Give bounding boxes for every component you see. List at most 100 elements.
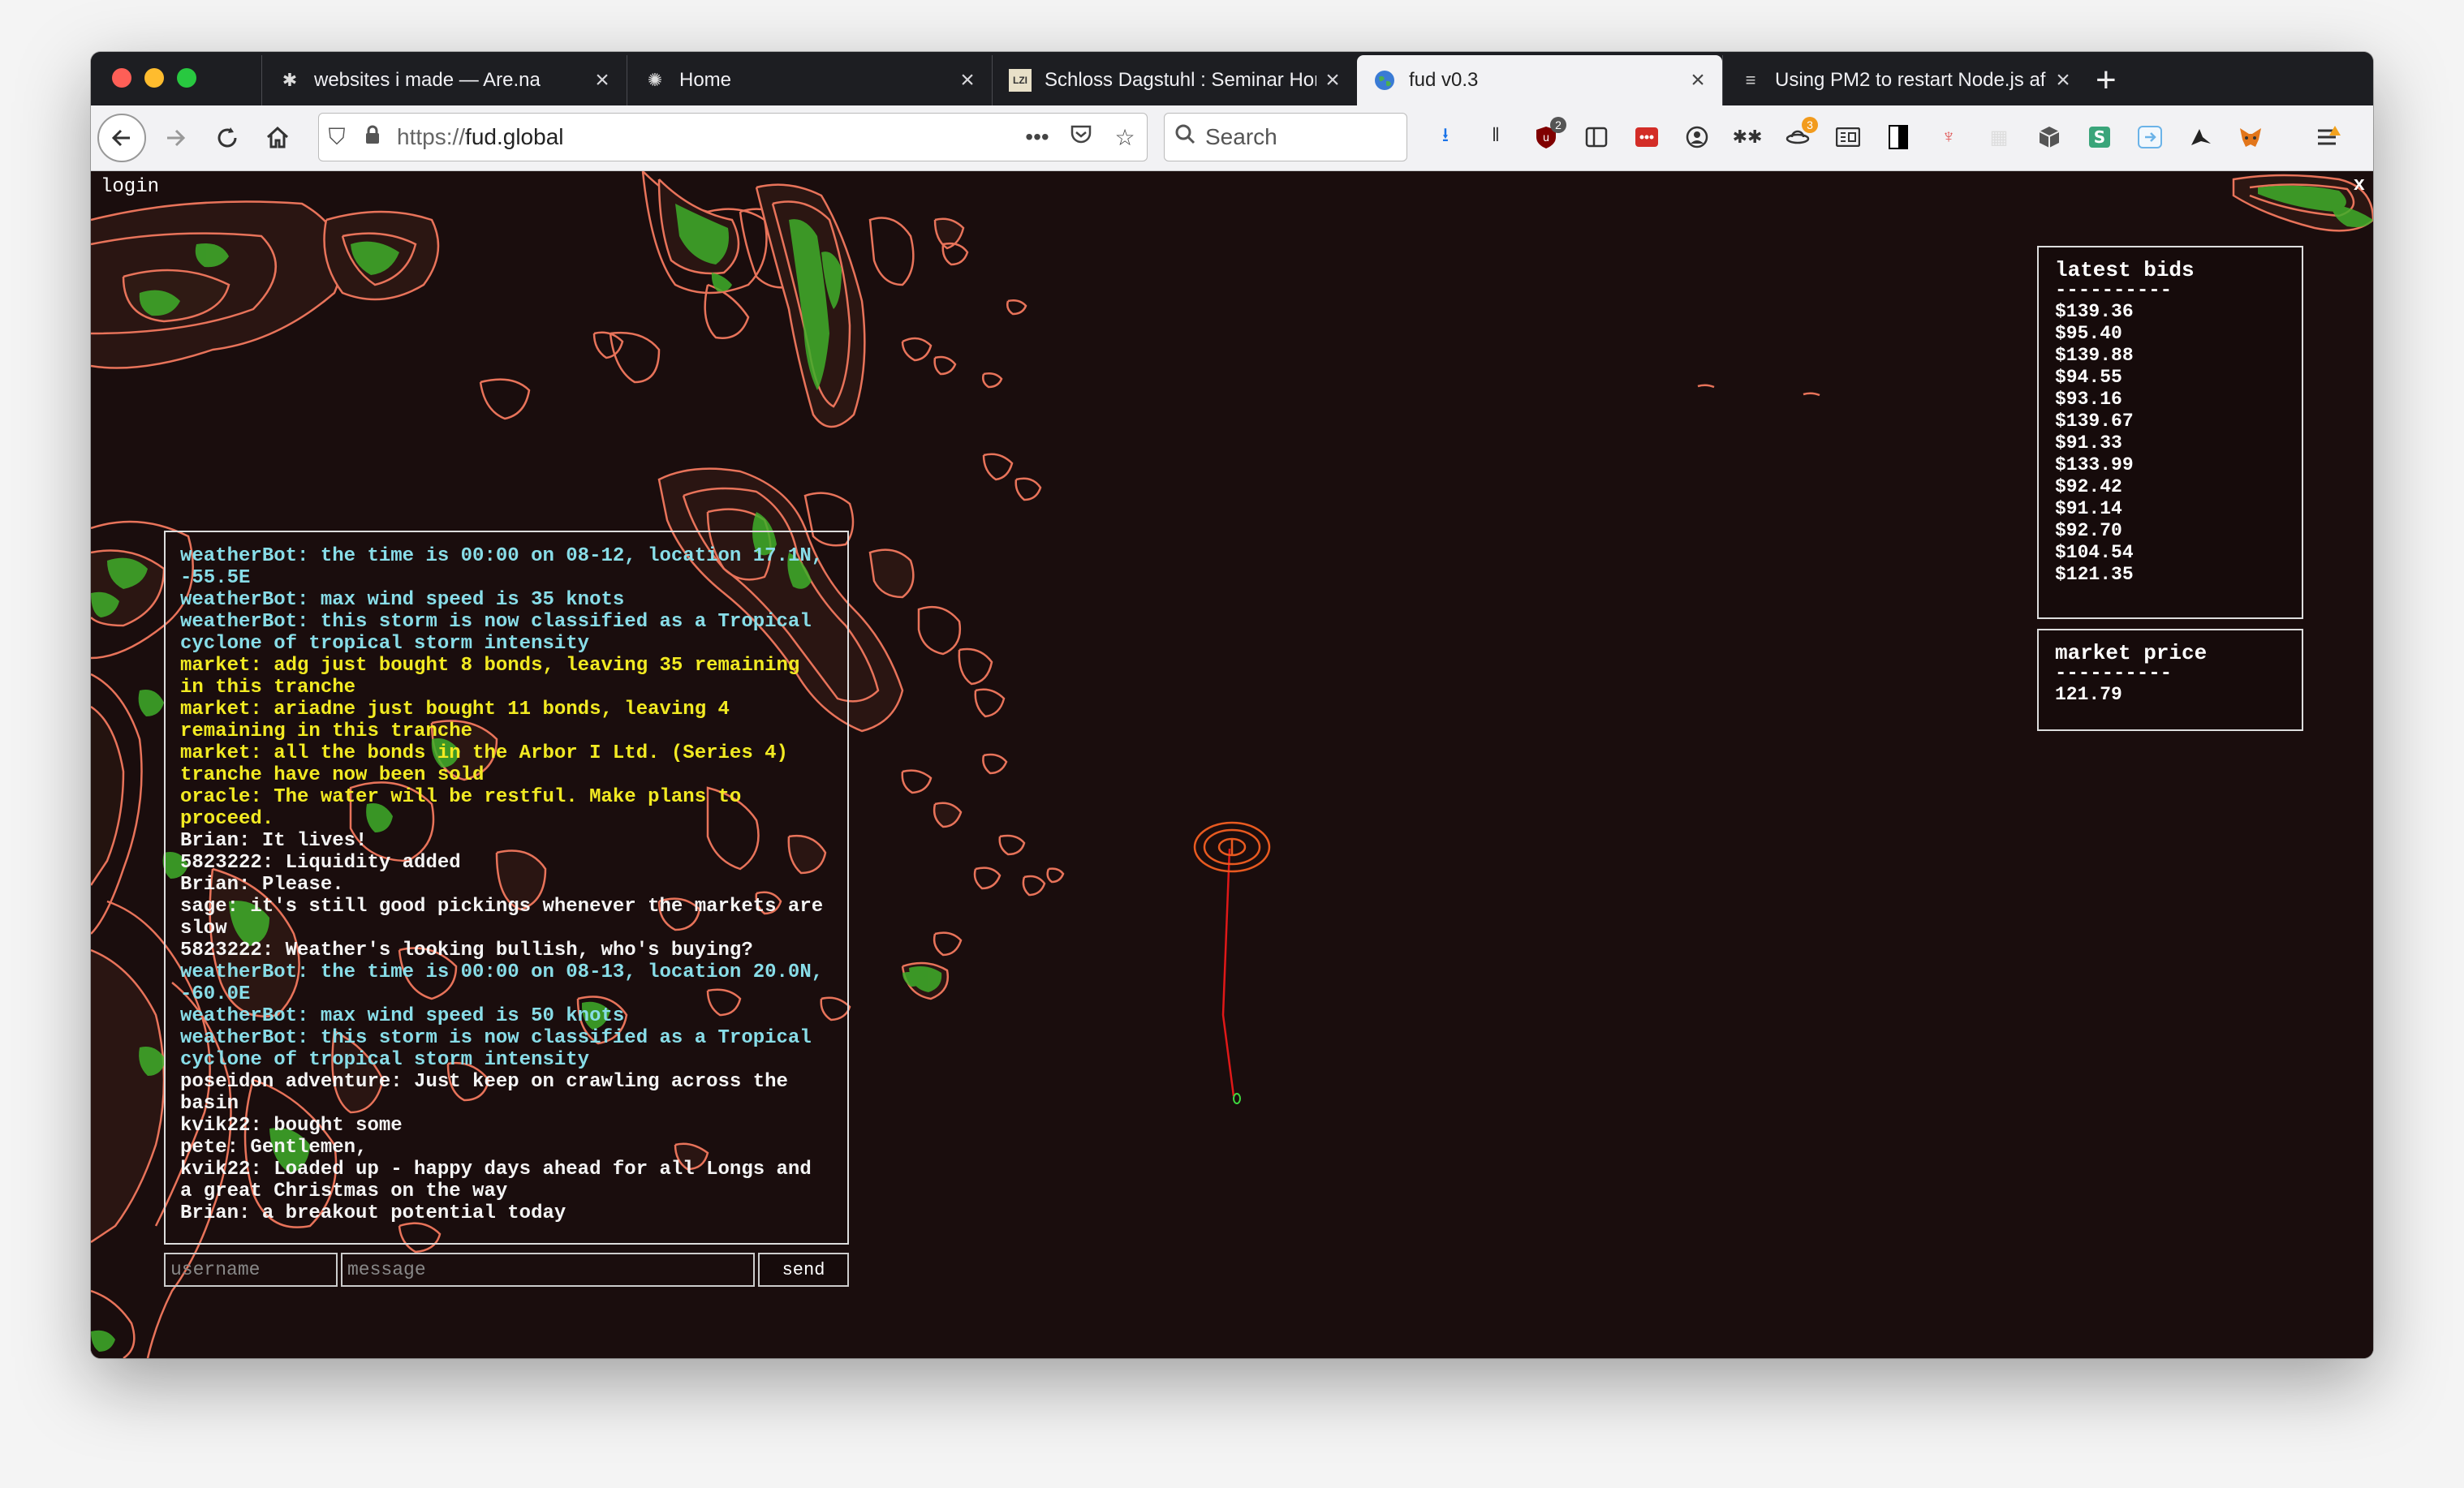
- close-tab-icon[interactable]: ×: [586, 67, 618, 94]
- fud-map-page: login x weatherBot: the time is 00:00 on…: [91, 171, 2373, 1358]
- lzi-icon: LZI: [1009, 69, 1032, 92]
- ufo-icon[interactable]: 3: [1784, 117, 1818, 151]
- downloads-icon[interactable]: ⭳: [1432, 123, 1459, 151]
- globe-icon: [1373, 69, 1396, 92]
- chat-message: weatherBot: the time is 00:00 on 08-12, …: [180, 545, 835, 589]
- ublock-badge: 2: [1550, 117, 1566, 133]
- bookmark-star-icon[interactable]: ☆: [1103, 124, 1147, 151]
- latest-bids-divider: ----------: [2055, 280, 2173, 302]
- chat-message: market: all the bonds in the Arbor I Ltd…: [180, 742, 800, 786]
- arena-ext-icon[interactable]: ✱✱: [1733, 123, 1763, 151]
- bid-value: $139.67: [2055, 411, 2134, 432]
- contrast-icon[interactable]: [1885, 123, 1912, 151]
- zoom-window-button[interactable]: [177, 68, 196, 88]
- chat-message: kvik22: bought some: [180, 1115, 403, 1137]
- account-icon[interactable]: [1683, 123, 1711, 151]
- tab-home[interactable]: ✺ Home ×: [627, 55, 992, 105]
- chat-log[interactable]: weatherBot: the time is 00:00 on 08-12, …: [164, 531, 849, 1245]
- bid-value: $121.35: [2055, 564, 2134, 585]
- tab-dagstuhl[interactable]: LZI Schloss Dagstuhl : Seminar Hom ×: [992, 55, 1357, 105]
- pocket-icon[interactable]: [1059, 124, 1103, 151]
- close-tab-icon[interactable]: ×: [951, 67, 984, 94]
- tab-title: fud v0.3: [1409, 69, 1479, 91]
- tab-fud[interactable]: fud v0.3 ×: [1357, 55, 1722, 105]
- home-icon: [266, 126, 289, 148]
- chat-message: weatherBot: max wind speed is 35 knots: [180, 589, 625, 611]
- url-host: fud.global: [465, 124, 564, 149]
- library-icon[interactable]: 𝍪: [1482, 123, 1510, 151]
- send-button[interactable]: send: [758, 1253, 849, 1287]
- home-spinner-icon: ✺: [647, 70, 663, 90]
- bird-icon[interactable]: [2186, 123, 2214, 151]
- chat-message: Brian: Please.: [180, 874, 344, 896]
- shield-icon[interactable]: ⛉: [319, 124, 355, 151]
- search-placeholder: Search: [1205, 124, 1277, 149]
- close-tab-icon[interactable]: ×: [1316, 67, 1349, 94]
- lock-icon[interactable]: [355, 124, 390, 150]
- grid-ext-icon[interactable]: ▦: [1985, 123, 2013, 151]
- bid-value: $139.36: [2055, 301, 2134, 322]
- chat-message: sage: it's still good pickings whenever …: [180, 896, 835, 940]
- bid-value: $93.16: [2055, 389, 2122, 410]
- chat-message: 5823222: Weather's looking bullish, who'…: [180, 940, 753, 961]
- ublock-icon[interactable]: u 2: [1532, 117, 1566, 151]
- close-tab-icon[interactable]: ×: [1682, 67, 1714, 94]
- tree-icon[interactable]: ♆: [1935, 123, 1962, 151]
- bid-value: $133.99: [2055, 454, 2134, 475]
- tab-title: Home: [679, 69, 732, 91]
- sidebar-icon[interactable]: [1583, 123, 1610, 151]
- menu-icon[interactable]: [2315, 123, 2342, 151]
- forward-button[interactable]: [151, 114, 200, 162]
- chat-message: 5823222: Liquidity added: [180, 852, 461, 874]
- username-input[interactable]: [164, 1253, 338, 1287]
- market-price-value: 121.79: [2055, 684, 2122, 705]
- reload-button[interactable]: [203, 114, 252, 162]
- reader-icon[interactable]: [1834, 123, 1862, 151]
- close-window-button[interactable]: [112, 68, 131, 88]
- latest-bids-panel: latest bids ---------- $139.36 $95.40 $1…: [2037, 246, 2303, 619]
- back-button[interactable]: [97, 114, 146, 162]
- minimize-window-button[interactable]: [144, 68, 164, 88]
- url-bar[interactable]: ⛉ https://fud.global ••• ☆: [318, 113, 1148, 161]
- page-actions-icon[interactable]: •••: [1015, 124, 1059, 150]
- ufo-badge: 3: [1802, 117, 1818, 133]
- search-bar[interactable]: Search: [1164, 113, 1407, 161]
- reload-icon: [218, 127, 237, 148]
- new-tab-button[interactable]: +: [2096, 57, 2117, 104]
- s-ext-icon[interactable]: S: [2086, 123, 2113, 151]
- lastpass-icon[interactable]: [1633, 123, 1661, 151]
- chat-message: market: ariadne just bought 11 bonds, le…: [180, 699, 742, 742]
- login-link[interactable]: login: [101, 176, 159, 198]
- home-button[interactable]: [253, 114, 302, 162]
- chat-message: pete: Gentlemen,: [180, 1137, 368, 1159]
- close-overlay-button[interactable]: x: [2354, 174, 2365, 196]
- chat-message: weatherBot: this storm is now classified…: [180, 611, 824, 655]
- message-input[interactable]: [341, 1253, 755, 1287]
- tab-title: Schloss Dagstuhl : Seminar Hom: [1045, 69, 1316, 91]
- chat-message: oracle: The water will be restful. Make …: [180, 786, 753, 830]
- close-tab-icon[interactable]: ×: [2047, 67, 2079, 94]
- url-text[interactable]: https://fud.global: [390, 124, 1015, 150]
- send-tab-icon[interactable]: [2136, 123, 2164, 151]
- bid-value: $104.54: [2055, 542, 2134, 563]
- bid-value: $92.42: [2055, 476, 2122, 497]
- svg-text:u: u: [1543, 132, 1549, 144]
- latest-bids-title: latest bids: [2055, 258, 2195, 282]
- market-price-panel: market price ---------- 121.79: [2037, 629, 2303, 731]
- tab-pm2[interactable]: ≡ Using PM2 to restart Node.js af ×: [1722, 55, 2087, 105]
- cube-icon[interactable]: [2035, 123, 2063, 151]
- tab-bar: ✱ websites i made — Are.na × ✺ Home × LZ…: [91, 52, 2373, 105]
- arena-icon: ✱: [282, 70, 298, 90]
- metamask-icon[interactable]: [2237, 123, 2264, 151]
- chat-message: Brian: It lives!: [180, 830, 368, 852]
- url-protocol: https://: [397, 124, 466, 149]
- chat-message: poseidon adventure: Just keep on crawlin…: [180, 1071, 800, 1115]
- bid-value: $139.88: [2055, 345, 2134, 366]
- bid-value: $91.33: [2055, 432, 2122, 454]
- market-price-divider: ----------: [2055, 663, 2173, 685]
- chat-message: weatherBot: max wind speed is 50 knots: [180, 1005, 625, 1027]
- doc-icon: ≡: [1745, 70, 1756, 90]
- chat-message: kvik22: Loaded up - happy days ahead for…: [180, 1159, 824, 1202]
- tab-arena[interactable]: ✱ websites i made — Are.na ×: [261, 55, 627, 105]
- search-icon: [1165, 123, 1205, 151]
